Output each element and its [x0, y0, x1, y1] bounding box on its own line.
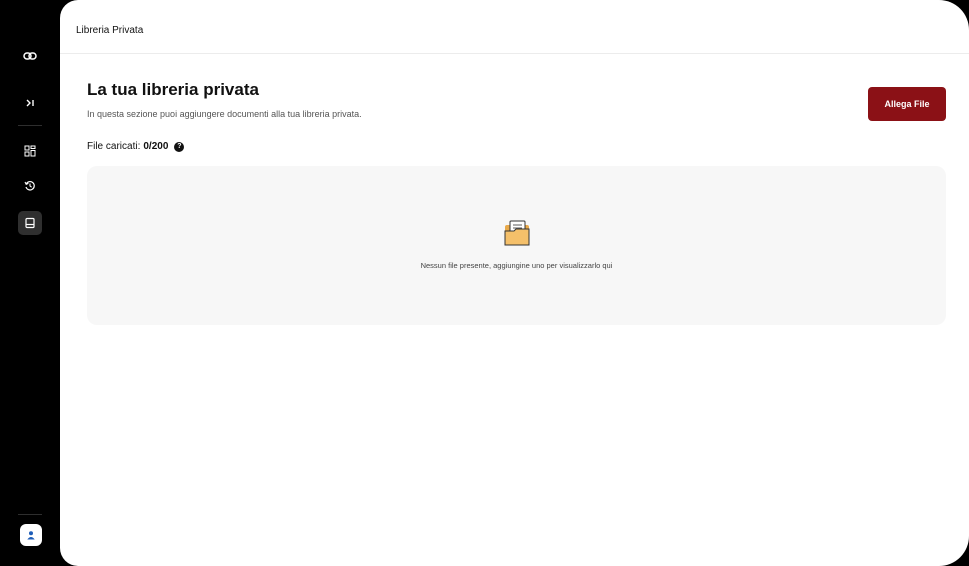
user-icon[interactable] — [20, 524, 42, 546]
main-content: Libreria Privata La tua libreria privata… — [60, 0, 969, 566]
link-icon[interactable] — [18, 44, 42, 68]
files-count-label: File caricati: — [87, 141, 141, 152]
sidebar — [0, 0, 60, 566]
sidebar-divider — [18, 125, 42, 126]
app-frame: Libreria Privata La tua libreria privata… — [0, 0, 969, 566]
dashboard-icon[interactable] — [18, 139, 42, 163]
page-subtitle: In questa sezione puoi aggiungere docume… — [87, 109, 362, 119]
attach-file-button[interactable]: Allega File — [868, 87, 946, 121]
files-count-row: File caricati: 0/200 ? — [87, 141, 185, 152]
empty-state-message: Nessun file presente, aggiungine uno per… — [420, 261, 613, 270]
top-bar: Libreria Privata — [60, 0, 969, 54]
folder-icon — [504, 220, 530, 246]
book-icon[interactable] — [18, 211, 42, 235]
files-count-value: 0/200 — [143, 141, 169, 152]
collapse-icon[interactable] — [18, 91, 42, 115]
empty-state-panel: Nessun file presente, aggiungine uno per… — [87, 166, 946, 325]
page-breadcrumb: Libreria Privata — [76, 25, 144, 36]
page-title: La tua libreria privata — [87, 80, 259, 99]
sidebar-divider — [18, 514, 42, 515]
help-icon[interactable]: ? — [174, 141, 185, 152]
history-icon[interactable] — [18, 174, 42, 198]
